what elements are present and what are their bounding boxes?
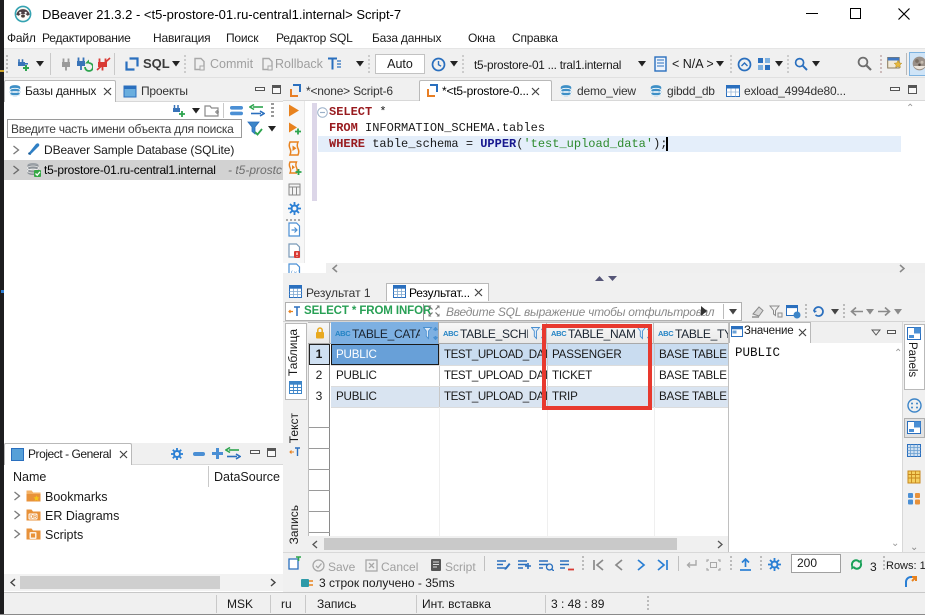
svg-text:DB: DB <box>29 515 37 521</box>
